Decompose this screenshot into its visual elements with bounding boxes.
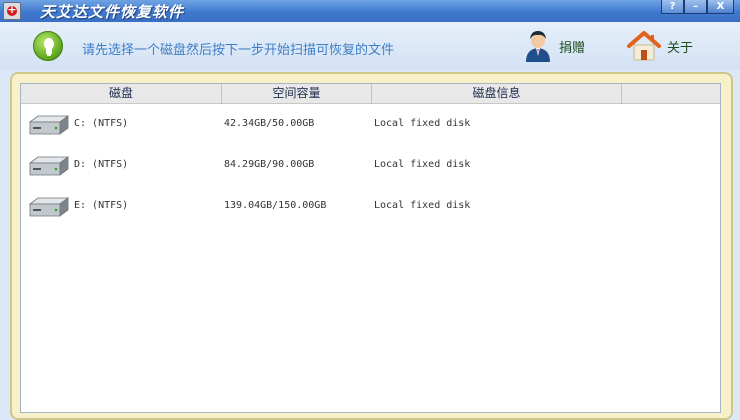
disk-capacity: 84.29GB/90.00GB (224, 159, 315, 170)
disk-info: Local fixed disk (374, 200, 471, 211)
disk-capacity: 42.34GB/50.00GB (224, 118, 315, 129)
disk-info: Local fixed disk (374, 159, 471, 170)
house-icon (627, 31, 661, 61)
help-button[interactable]: ? (661, 0, 684, 14)
disk-info: Local fixed disk (374, 118, 471, 129)
disk-name: C: (NTFS) (74, 118, 129, 129)
app-logo-icon[interactable]: + (3, 2, 21, 20)
close-button[interactable]: X (707, 0, 734, 14)
minimize-button[interactable]: – (684, 0, 707, 14)
disk-name: D: (NTFS) (74, 159, 129, 170)
disk-list[interactable]: 磁盘 空间容量 磁盘信息 C: (NTFS) 42.34GB/50.00GB L… (20, 83, 721, 413)
disk-row-e[interactable]: E: (NTFS) 139.04GB/150.00GB Local fixed … (21, 192, 720, 222)
donate-button[interactable]: 捐赠 (523, 30, 585, 62)
disk-capacity: 139.04GB/150.00GB (224, 200, 327, 211)
column-header-empty[interactable] (622, 84, 720, 104)
window-title: 天艾达文件恢复软件 (40, 3, 185, 21)
hard-drive-icon (28, 197, 70, 217)
title-bar[interactable]: + 天艾达文件恢复软件 ? – X (0, 0, 740, 22)
header-bar: 请先选择一个磁盘然后按下一步开始扫描可恢复的文件 捐赠 关于 (0, 22, 740, 70)
column-header-info[interactable]: 磁盘信息 (372, 84, 622, 104)
hard-drive-icon (28, 156, 70, 176)
about-button[interactable]: 关于 (627, 30, 693, 62)
column-header-disk[interactable]: 磁盘 (21, 84, 222, 104)
about-label: 关于 (667, 40, 694, 56)
lightbulb-icon (33, 31, 63, 61)
disk-list-header: 磁盘 空间容量 磁盘信息 (21, 84, 720, 104)
app-window: + 天艾达文件恢复软件 ? – X 请先选择一个磁盘然后按下一步开始扫描可恢复的… (0, 0, 740, 420)
disk-row-c[interactable]: C: (NTFS) 42.34GB/50.00GB Local fixed di… (21, 110, 720, 140)
hard-drive-icon (28, 115, 70, 135)
disk-row-d[interactable]: D: (NTFS) 84.29GB/90.00GB Local fixed di… (21, 151, 720, 181)
donate-label: 捐赠 (559, 40, 586, 56)
instruction-text: 请先选择一个磁盘然后按下一步开始扫描可恢复的文件 (82, 43, 395, 58)
column-header-capacity[interactable]: 空间容量 (222, 84, 372, 104)
window-controls: ? – X (661, 0, 734, 14)
person-icon (526, 31, 550, 62)
disk-name: E: (NTFS) (74, 200, 129, 211)
